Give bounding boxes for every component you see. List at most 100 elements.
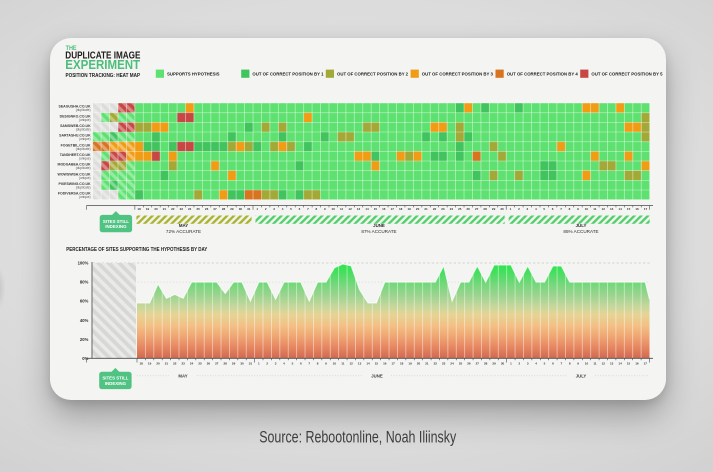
svg-text:12: 12: [348, 207, 352, 211]
svg-text:19: 19: [408, 362, 412, 366]
svg-text:13: 13: [358, 362, 362, 366]
svg-text:6: 6: [299, 207, 301, 211]
svg-text:17: 17: [644, 362, 648, 366]
svg-text:29: 29: [230, 207, 234, 211]
svg-text:15: 15: [374, 207, 378, 211]
svg-text:40%: 40%: [80, 318, 89, 323]
svg-text:27: 27: [476, 362, 480, 366]
svg-text:21: 21: [165, 362, 169, 366]
svg-text:26: 26: [207, 362, 211, 366]
svg-text:18: 18: [400, 362, 404, 366]
svg-text:12: 12: [602, 207, 606, 211]
svg-text:1: 1: [256, 207, 258, 211]
svg-text:8: 8: [569, 362, 571, 366]
svg-text:17: 17: [391, 207, 395, 211]
svg-text:JUNE: JUNE: [373, 223, 385, 228]
svg-text:21: 21: [163, 207, 167, 211]
svg-text:6: 6: [300, 362, 302, 366]
svg-text:11: 11: [593, 207, 597, 211]
svg-text:16: 16: [635, 362, 639, 366]
svg-text:29: 29: [492, 362, 496, 366]
svg-text:7: 7: [560, 207, 562, 211]
svg-text:3: 3: [526, 207, 528, 211]
svg-text:JULY: JULY: [576, 223, 587, 228]
svg-text:JUNE: JUNE: [371, 374, 383, 379]
svg-text:12: 12: [602, 362, 606, 366]
svg-text:24: 24: [450, 362, 454, 366]
svg-text:(unique): (unique): [79, 118, 91, 122]
svg-text:5: 5: [292, 362, 294, 366]
svg-text:14: 14: [366, 362, 370, 366]
svg-text:30: 30: [500, 207, 504, 211]
svg-text:MAY: MAY: [178, 374, 187, 379]
svg-text:19: 19: [408, 207, 412, 211]
svg-text:16: 16: [382, 207, 386, 211]
svg-text:2: 2: [266, 362, 268, 366]
svg-text:23: 23: [182, 362, 186, 366]
svg-text:3: 3: [527, 362, 529, 366]
svg-text:26: 26: [205, 207, 209, 211]
svg-text:JULY: JULY: [576, 374, 587, 379]
svg-text:INDEXING: INDEXING: [105, 224, 127, 229]
svg-text:(unique): (unique): [79, 156, 91, 160]
svg-text:60%: 60%: [80, 299, 89, 304]
svg-text:20: 20: [416, 207, 420, 211]
svg-text:(unique): (unique): [79, 176, 91, 180]
svg-text:8: 8: [569, 207, 571, 211]
svg-text:19: 19: [146, 207, 150, 211]
svg-text:28: 28: [484, 362, 488, 366]
svg-text:15: 15: [375, 362, 379, 366]
svg-text:9: 9: [577, 207, 579, 211]
svg-text:OUT OF CORRECT POSITION BY 2: OUT OF CORRECT POSITION BY 2: [337, 72, 409, 77]
svg-text:80%: 80%: [80, 280, 89, 285]
svg-text:27: 27: [215, 362, 219, 366]
svg-text:16: 16: [383, 362, 387, 366]
svg-text:25: 25: [459, 362, 463, 366]
svg-text:28: 28: [224, 362, 228, 366]
svg-text:EXPERIMENT: EXPERIMENT: [65, 57, 140, 72]
svg-text:13: 13: [357, 207, 361, 211]
svg-text:11: 11: [593, 362, 597, 366]
svg-text:15: 15: [627, 207, 631, 211]
svg-text:22: 22: [173, 362, 177, 366]
svg-text:1: 1: [258, 362, 260, 366]
svg-text:28: 28: [483, 207, 487, 211]
svg-text:10: 10: [585, 362, 589, 366]
svg-text:OUT OF CORRECT POSITION BY 1: OUT OF CORRECT POSITION BY 1: [252, 72, 324, 77]
svg-text:18: 18: [140, 362, 144, 366]
svg-text:21: 21: [424, 207, 428, 211]
svg-text:31: 31: [247, 207, 251, 211]
svg-text:10: 10: [332, 207, 336, 211]
svg-text:30: 30: [239, 207, 243, 211]
svg-text:8: 8: [315, 207, 317, 211]
svg-text:3: 3: [273, 207, 275, 211]
svg-text:POSITION TRACKING: HEAT MAP: POSITION TRACKING: HEAT MAP: [66, 73, 141, 79]
svg-text:85% ACCURATE: 85% ACCURATE: [563, 229, 598, 234]
svg-text:5: 5: [543, 207, 545, 211]
svg-text:(duplicate): (duplicate): [76, 166, 91, 170]
svg-text:11: 11: [341, 362, 345, 366]
svg-text:30: 30: [240, 362, 244, 366]
svg-text:MAY: MAY: [179, 223, 188, 228]
svg-text:20: 20: [156, 362, 160, 366]
svg-text:4: 4: [282, 207, 284, 211]
svg-text:OUT OF CORRECT POSITION BY 4: OUT OF CORRECT POSITION BY 4: [507, 72, 579, 77]
svg-text:10: 10: [585, 207, 589, 211]
svg-text:100%: 100%: [78, 261, 89, 266]
svg-text:17: 17: [392, 362, 396, 366]
svg-text:(duplicate): (duplicate): [76, 185, 91, 189]
svg-text:OUT OF CORRECT POSITION BY 5: OUT OF CORRECT POSITION BY 5: [591, 72, 663, 77]
svg-text:24: 24: [450, 207, 454, 211]
svg-text:29: 29: [492, 207, 496, 211]
svg-text:22: 22: [433, 207, 437, 211]
svg-text:7: 7: [307, 207, 309, 211]
svg-text:(duplicate): (duplicate): [76, 147, 91, 151]
svg-text:13: 13: [610, 362, 614, 366]
svg-text:PERCENTAGE OF SITES SUPPORTING: PERCENTAGE OF SITES SUPPORTING THE HYPOT…: [66, 247, 207, 253]
svg-text:87% ACCURATE: 87% ACCURATE: [361, 229, 396, 234]
svg-text:17: 17: [644, 207, 648, 211]
svg-text:27: 27: [213, 207, 217, 211]
svg-text:(unique): (unique): [79, 137, 91, 141]
svg-text:(unique): (unique): [79, 195, 91, 199]
svg-text:4: 4: [283, 362, 285, 366]
